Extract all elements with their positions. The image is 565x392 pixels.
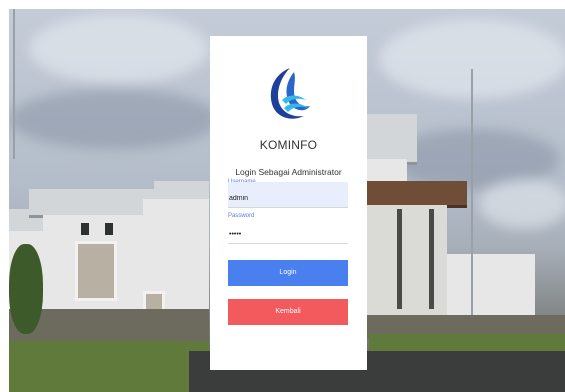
building <box>367 205 447 315</box>
login-subtitle: Login Sebagai Administrator <box>235 167 342 177</box>
window <box>81 223 89 235</box>
building <box>447 254 535 324</box>
building-roof <box>29 189 159 218</box>
window <box>105 223 113 235</box>
flag-pole <box>471 69 473 319</box>
cloud <box>9 89 219 149</box>
cloud <box>479 179 565 229</box>
login-card: KOMINFO Login Sebagai Administrator User… <box>210 36 367 370</box>
app-title: KOMINFO <box>259 138 318 152</box>
window <box>75 241 117 301</box>
pillar <box>397 209 402 309</box>
username-field[interactable] <box>228 182 348 208</box>
kominfo-logo-icon <box>270 68 310 119</box>
tree <box>9 244 43 334</box>
antenna-pole <box>13 9 15 159</box>
pillar <box>429 209 434 309</box>
building-roof <box>367 181 467 208</box>
cloud <box>29 14 209 84</box>
grass <box>9 341 209 392</box>
login-button[interactable]: Login <box>228 260 348 286</box>
back-button[interactable]: Kembali <box>228 299 348 325</box>
password-field[interactable] <box>228 218 348 244</box>
building-roof <box>367 114 417 165</box>
